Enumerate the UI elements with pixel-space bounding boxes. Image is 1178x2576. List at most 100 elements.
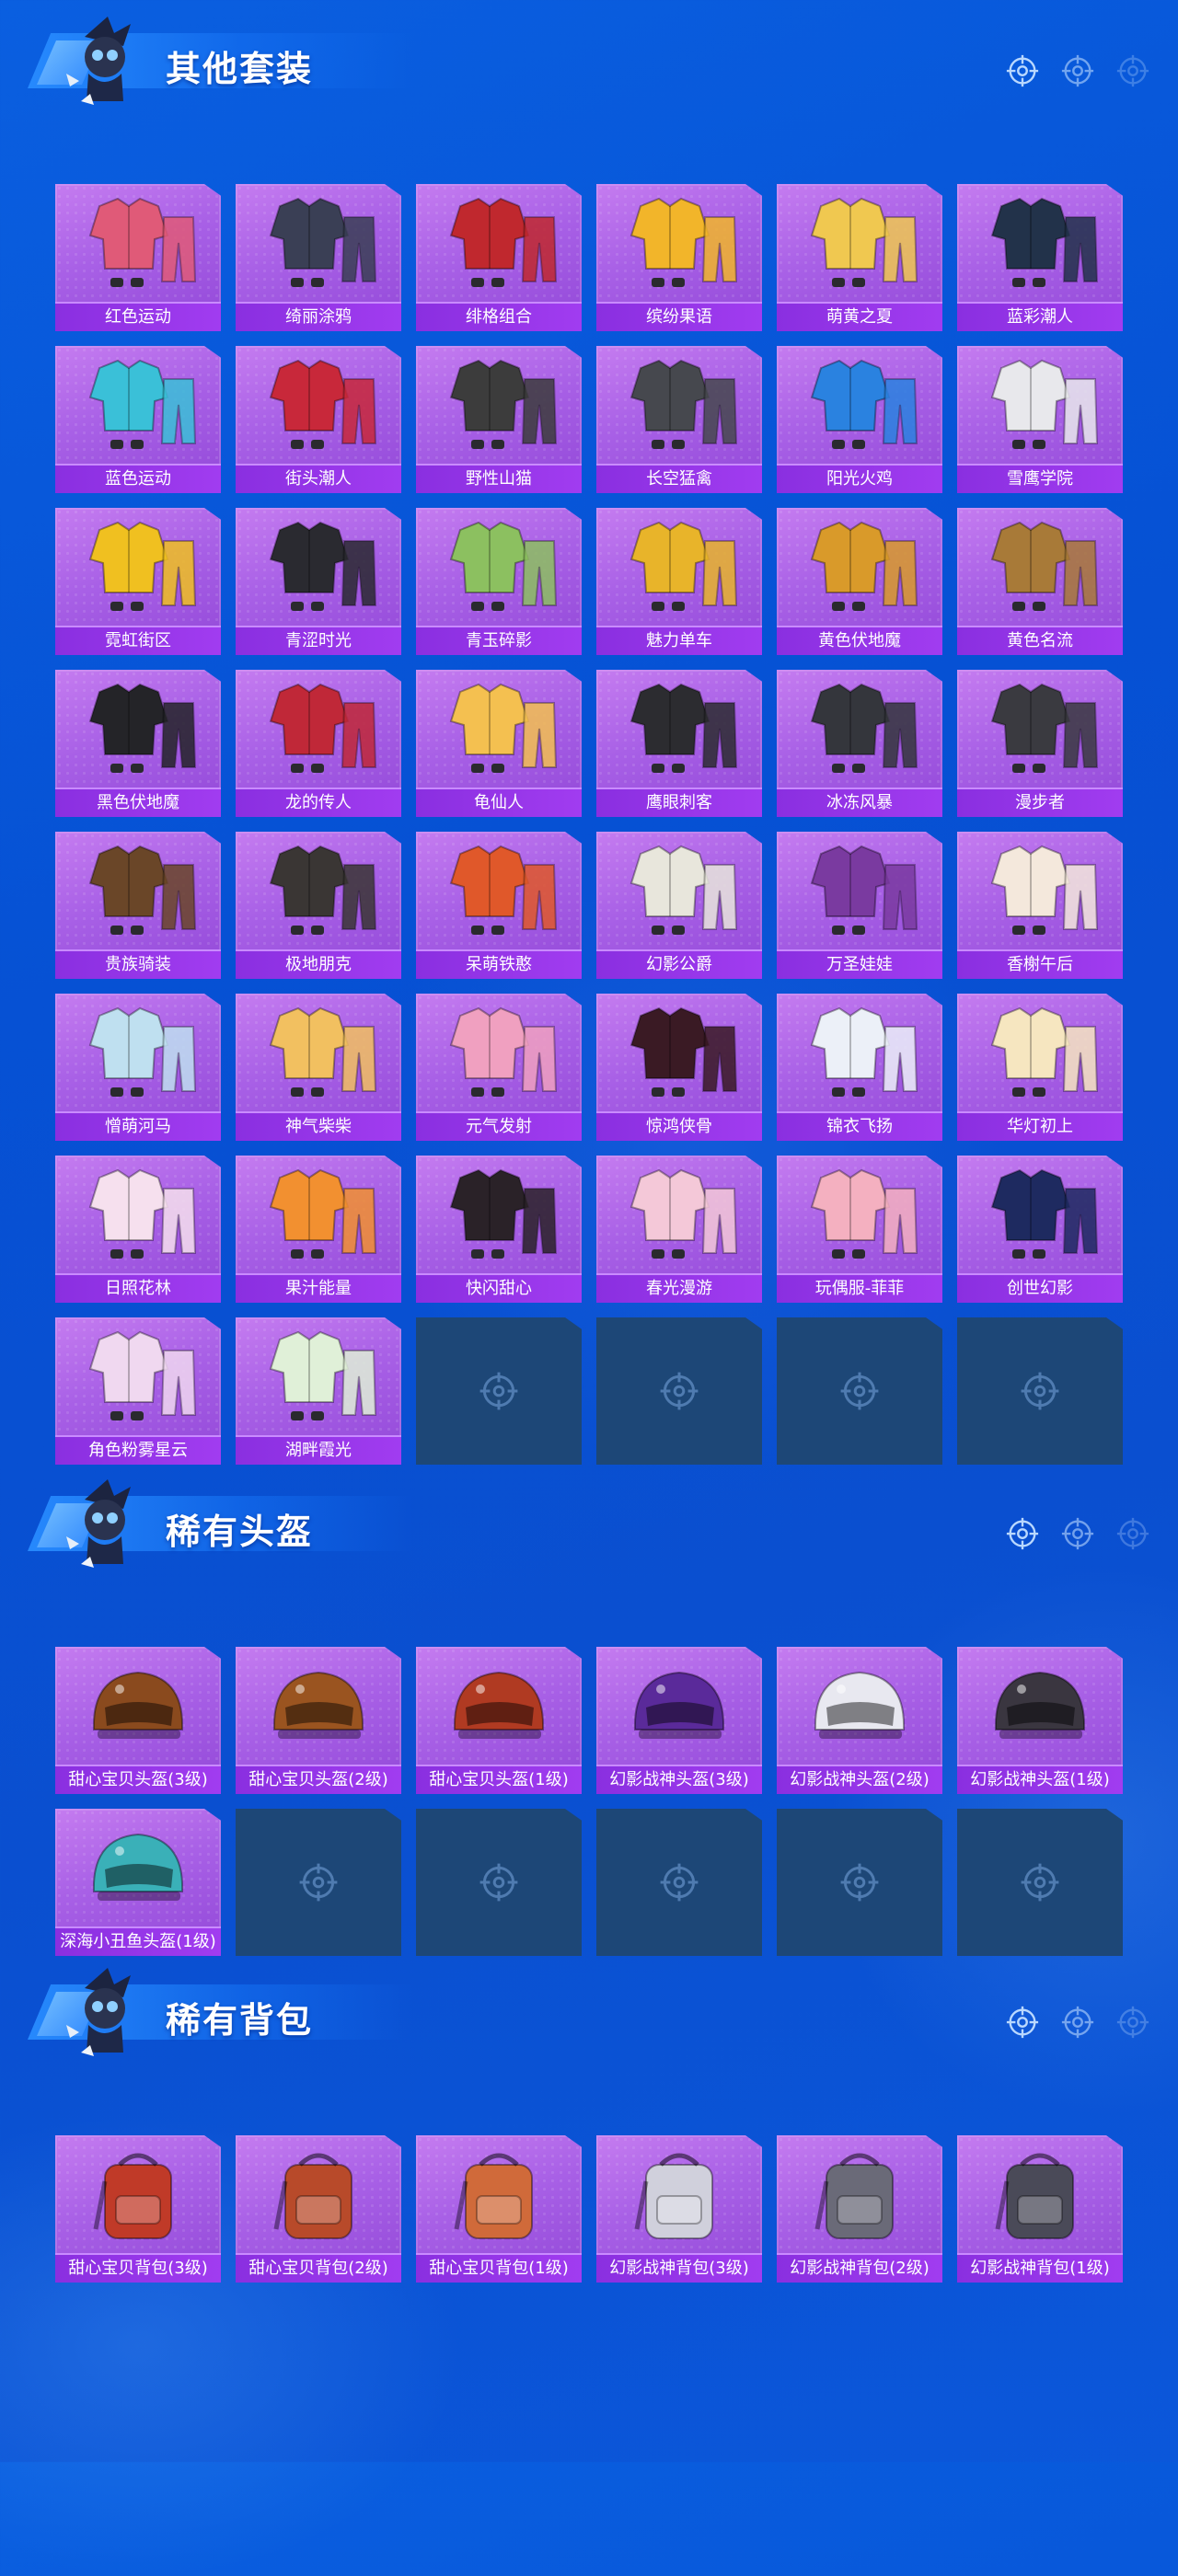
item-grid: 甜心宝贝背包(3级) 甜心宝贝背包(2级) 甜心宝贝背包(1级) 幻影战神背包(3级)…: [55, 2135, 1123, 2283]
item-tile[interactable]: 万圣娃娃: [777, 832, 942, 979]
item-tile[interactable]: 神气柴柴: [236, 994, 401, 1141]
outfit-icon: [269, 1168, 377, 1259]
item-tile[interactable]: 青玉碎影: [416, 508, 582, 655]
item-tile[interactable]: 野性山猫: [416, 346, 582, 493]
helmet-icon: [92, 1833, 184, 1901]
item-tile[interactable]: 幻影战神头盔(1级): [957, 1647, 1123, 1794]
item-tile[interactable]: 极地朋克: [236, 832, 401, 979]
empty-slot: [596, 1317, 762, 1465]
item-tile[interactable]: 霓虹街区: [55, 508, 221, 655]
item-tile[interactable]: 幻影战神背包(2级): [777, 2135, 942, 2283]
item-label: 元气发射: [416, 1111, 582, 1141]
item-tile[interactable]: 阳光火鸡: [777, 346, 942, 493]
mascot-icon: [66, 1479, 131, 1568]
item-tile[interactable]: 贵族骑装: [55, 832, 221, 979]
item-tile[interactable]: 元气发射: [416, 994, 582, 1141]
item-tile[interactable]: 萌黄之夏: [777, 184, 942, 331]
item-tile[interactable]: 长空猛禽: [596, 346, 762, 493]
item-tile[interactable]: 甜心宝贝背包(1级): [416, 2135, 582, 2283]
item-label: 春光漫游: [596, 1273, 762, 1303]
outfit-icon: [269, 1330, 377, 1420]
item-label: 角色粉雾星云: [55, 1435, 221, 1465]
item-tile[interactable]: 春光漫游: [596, 1156, 762, 1303]
section-header: 稀有背包: [0, 1951, 1178, 2056]
item-tile[interactable]: 幻影公爵: [596, 832, 762, 979]
item-tile[interactable]: 深海小丑鱼头盔(1级): [55, 1809, 221, 1956]
outfit-icon: [449, 197, 558, 287]
item-tile[interactable]: 雪鹰学院: [957, 346, 1123, 493]
item-tile[interactable]: 缤纷果语: [596, 184, 762, 331]
item-tile[interactable]: 黄色名流: [957, 508, 1123, 655]
outfit-icon: [449, 683, 558, 773]
item-tile[interactable]: 蓝彩潮人: [957, 184, 1123, 331]
item-tile[interactable]: 绮丽涂鸦: [236, 184, 401, 331]
item-label: 黑色伏地魔: [55, 788, 221, 817]
item-tile[interactable]: 湖畔霞光: [236, 1317, 401, 1465]
item-tile[interactable]: 快闪甜心: [416, 1156, 582, 1303]
item-tile[interactable]: 甜心宝贝背包(2级): [236, 2135, 401, 2283]
outfit-icon: [88, 1330, 197, 1420]
item-tile[interactable]: 青涩时光: [236, 508, 401, 655]
item-tile[interactable]: 甜心宝贝头盔(1级): [416, 1647, 582, 1794]
empty-slot: [957, 1809, 1123, 1956]
item-tile[interactable]: 果汁能量: [236, 1156, 401, 1303]
item-tile[interactable]: 甜心宝贝头盔(2级): [236, 1647, 401, 1794]
item-tile[interactable]: 甜心宝贝背包(3级): [55, 2135, 221, 2283]
item-tile[interactable]: 绯格组合: [416, 184, 582, 331]
item-tile[interactable]: 龟仙人: [416, 670, 582, 817]
item-label: 霓虹街区: [55, 626, 221, 655]
crosshair-icon: [1116, 1517, 1149, 1550]
item-tile[interactable]: 角色粉雾星云: [55, 1317, 221, 1465]
crosshair-decoration: [1005, 1516, 1150, 1551]
item-label: 极地朋克: [236, 949, 401, 979]
item-tile[interactable]: 幻影战神背包(1级): [957, 2135, 1123, 2283]
item-tile[interactable]: 幻影战神头盔(2级): [777, 1647, 942, 1794]
item-tile[interactable]: 幻影战神背包(3级): [596, 2135, 762, 2283]
item-tile[interactable]: 黑色伏地魔: [55, 670, 221, 817]
item-label: 青涩时光: [236, 626, 401, 655]
backpack-icon: [93, 2153, 172, 2239]
item-tile[interactable]: 日照花林: [55, 1156, 221, 1303]
item-tile[interactable]: 漫步者: [957, 670, 1123, 817]
outfit-icon: [88, 359, 197, 449]
item-tile[interactable]: 创世幻影: [957, 1156, 1123, 1303]
backpack-icon: [273, 2153, 352, 2239]
item-tile[interactable]: 红色运动: [55, 184, 221, 331]
item-tile[interactable]: 冰冻风暴: [777, 670, 942, 817]
outfit-icon: [88, 521, 197, 611]
empty-slot: [596, 1809, 762, 1956]
item-tile[interactable]: 龙的传人: [236, 670, 401, 817]
outfit-icon: [810, 845, 918, 935]
outfit-icon: [810, 1006, 918, 1097]
item-tile[interactable]: 魅力单车: [596, 508, 762, 655]
outfit-icon: [269, 845, 377, 935]
outfit-icon: [810, 683, 918, 773]
item-tile[interactable]: 惊鸿侠骨: [596, 994, 762, 1141]
item-label: 甜心宝贝背包(1级): [416, 2253, 582, 2283]
item-tile[interactable]: 华灯初上: [957, 994, 1123, 1141]
crosshair-decoration: [1005, 2005, 1150, 2040]
item-tile[interactable]: 香榭午后: [957, 832, 1123, 979]
item-tile[interactable]: 幻影战神头盔(3级): [596, 1647, 762, 1794]
outfit-icon: [629, 845, 738, 935]
item-label: 惊鸿侠骨: [596, 1111, 762, 1141]
item-tile[interactable]: 锦衣飞扬: [777, 994, 942, 1141]
outfit-icon: [990, 1168, 1099, 1259]
item-label: 野性山猫: [416, 464, 582, 493]
item-tile[interactable]: 黄色伏地魔: [777, 508, 942, 655]
outfit-icon: [810, 1168, 918, 1259]
item-tile[interactable]: 憎萌河马: [55, 994, 221, 1141]
item-label: 蓝彩潮人: [957, 302, 1123, 331]
helmet-icon: [814, 1671, 906, 1739]
item-tile[interactable]: 街头潮人: [236, 346, 401, 493]
item-tile[interactable]: 鹰眼刺客: [596, 670, 762, 817]
item-tile[interactable]: 玩偶服-菲菲: [777, 1156, 942, 1303]
item-label: 绮丽涂鸦: [236, 302, 401, 331]
outfit-icon: [810, 521, 918, 611]
item-tile[interactable]: 呆萌铁憨: [416, 832, 582, 979]
item-tile[interactable]: 蓝色运动: [55, 346, 221, 493]
item-label: 幻影公爵: [596, 949, 762, 979]
item-tile[interactable]: 甜心宝贝头盔(3级): [55, 1647, 221, 1794]
item-label: 幻影战神背包(3级): [596, 2253, 762, 2283]
item-label: 万圣娃娃: [777, 949, 942, 979]
